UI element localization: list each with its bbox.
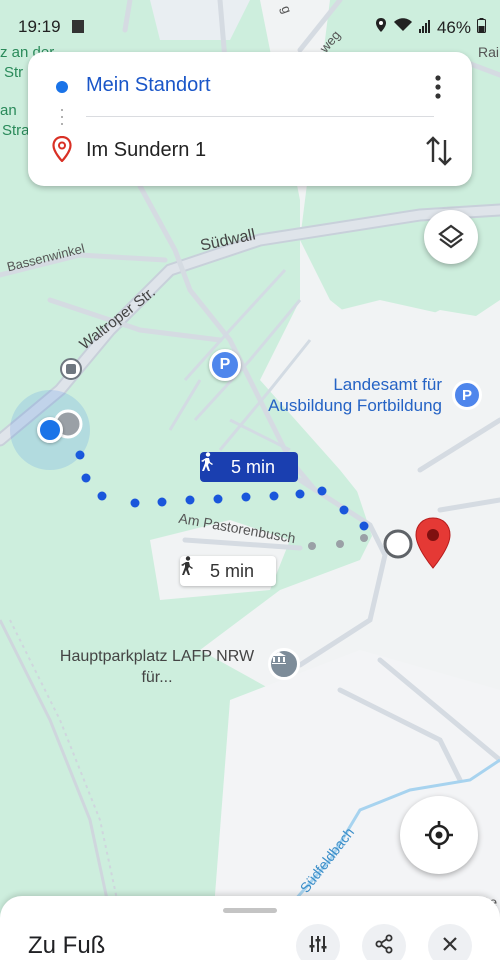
signal-icon: [418, 18, 431, 38]
maps-screen: P P Südwall Waltroper Str. Bassenwinkel …: [0, 0, 500, 960]
battery-text: 46%: [436, 17, 471, 37]
poi-label-line: Ausbildung Fortbildung: [268, 396, 442, 415]
parking-letter: P: [219, 356, 231, 373]
destination-row[interactable]: Im Sundern 1: [28, 126, 472, 178]
share-icon: [374, 934, 394, 959]
eta-secondary-text: 5 min: [209, 560, 254, 581]
edge-label: Str: [4, 64, 24, 81]
bus-stop-icon[interactable]: [60, 358, 82, 380]
edge-label: an: [0, 102, 17, 119]
pin-icon: [52, 135, 72, 167]
eta-secondary-badge[interactable]: 5 min: [180, 556, 276, 586]
layers-button[interactable]: [424, 210, 478, 264]
status-time: 19:19: [18, 17, 61, 36]
wifi-icon: [393, 17, 413, 38]
poi-label-landesamt[interactable]: Landesamt für Ausbildung Fortbildung: [262, 374, 442, 416]
poi-label-line: Hauptparkplatz LAFP NRW: [59, 648, 255, 665]
parking-icon[interactable]: P: [452, 380, 482, 410]
my-location-icon: [423, 819, 455, 856]
close-icon: [442, 936, 458, 957]
destination-field[interactable]: Im Sundern 1: [86, 139, 206, 162]
origin-row[interactable]: Mein Standort: [28, 60, 472, 112]
edge-label: Stra: [2, 122, 30, 139]
options-button[interactable]: [296, 924, 340, 960]
sheet-grabber[interactable]: [223, 908, 277, 913]
poi-label-hauptparkplatz[interactable]: Hauptparkplatz LAFP NRW für...: [52, 646, 262, 688]
close-button[interactable]: [428, 924, 472, 960]
battery-icon: [477, 17, 486, 38]
swap-icon[interactable]: [424, 134, 454, 168]
eta-primary-badge[interactable]: 5 min: [200, 452, 298, 482]
parking-icon[interactable]: P: [209, 349, 241, 381]
my-location-button[interactable]: [400, 796, 478, 874]
poi-label-line: Landesamt für: [333, 375, 442, 394]
my-location-dot: [37, 417, 63, 443]
bottom-sheet[interactable]: Zu Fuß: [0, 896, 500, 960]
status-right: 46%: [375, 17, 486, 38]
route-card: Mein Standort Im Sundern 1: [28, 52, 472, 186]
destination-pin-icon[interactable]: [414, 516, 452, 570]
route-divider: [86, 116, 434, 117]
tune-icon: [308, 934, 328, 959]
location-icon: [375, 17, 387, 38]
sheet-title: Zu Fuß: [28, 932, 106, 959]
poi-label-line: für...: [141, 669, 173, 686]
layers-icon: [437, 223, 465, 256]
flag-icon: [72, 20, 84, 33]
share-button[interactable]: [362, 924, 406, 960]
parking-letter: P: [461, 386, 472, 404]
status-bar: 19:19 46%: [0, 0, 500, 56]
more-vert-icon[interactable]: [424, 72, 452, 102]
eta-primary-text: 5 min: [230, 456, 275, 477]
museum-icon[interactable]: [268, 648, 300, 680]
origin-dot-icon: [56, 81, 68, 93]
origin-field[interactable]: Mein Standort: [86, 74, 211, 97]
